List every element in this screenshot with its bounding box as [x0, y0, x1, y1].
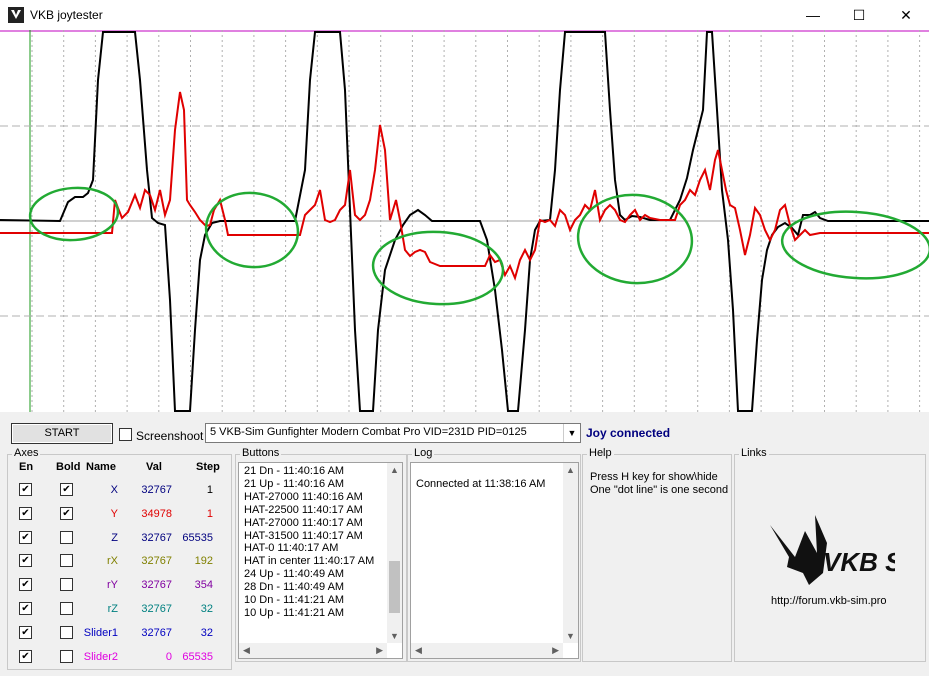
buttons-log-entry: HAT-22500 11:40:17 AM — [244, 503, 363, 516]
buttons-log-entry: HAT-27000 11:40:16 AM — [244, 490, 363, 503]
axis-value: 32767 — [141, 626, 172, 639]
axis-value: 32767 — [141, 579, 172, 592]
axis-step: 192 — [194, 555, 213, 568]
help-line-1: Press H key for show\hide — [590, 471, 718, 483]
log-caption: Log — [412, 447, 435, 459]
axis-step: 65535 — [182, 650, 213, 663]
log-list[interactable]: Connected at 11:38:16 AM ▲ ▼ ◀ ▶ — [410, 462, 579, 659]
axis-bold-checkbox[interactable] — [60, 602, 73, 615]
axis-name: X — [110, 484, 118, 496]
vkb-sim-logo: VKB SIM — [770, 515, 895, 585]
axis-bold-checkbox[interactable]: ✔ — [60, 483, 73, 496]
scroll-left-icon[interactable]: ◀ — [243, 645, 250, 656]
scroll-left-icon[interactable]: ◀ — [415, 645, 422, 656]
axis-value: 32767 — [141, 555, 172, 568]
buttons-caption: Buttons — [240, 447, 282, 459]
log-scrollbar[interactable]: ▲ ▼ — [563, 463, 578, 643]
axes-header-step: Step — [196, 461, 220, 473]
axis-bold-checkbox[interactable]: ✔ — [60, 506, 73, 520]
buttons-log-entry: 21 Dn - 11:40:16 AM — [244, 465, 345, 477]
axes-header-bold: Bold — [56, 461, 81, 473]
buttons-log-entry: HAT-27000 11:40:17 AM — [244, 516, 363, 529]
axes-header-val: Val — [146, 461, 162, 473]
axis-enable-checkbox[interactable]: ✔ — [19, 554, 32, 568]
help-line-2: One "dot line" is one second — [590, 484, 729, 496]
log-hscrollbar[interactable]: ◀ ▶ — [411, 643, 563, 658]
axis-bold-checkbox[interactable] — [60, 625, 73, 639]
axes-header-en: En — [19, 461, 34, 473]
axis-bold-checkbox[interactable] — [60, 649, 73, 663]
axis-step: 32 — [200, 626, 213, 639]
axis-enable-checkbox[interactable]: ✔ — [19, 625, 32, 639]
axis-value: 32767 — [141, 531, 172, 544]
trace-y-axis — [0, 91, 929, 282]
help-caption: Help — [587, 447, 614, 459]
axis-enable-checkbox[interactable]: ✔ — [19, 578, 32, 592]
axis-name: Z — [111, 531, 118, 544]
axis-plot — [0, 30, 929, 412]
buttons-log-entry: 21 Up - 11:40:16 AM — [244, 477, 345, 490]
axis-name: Slider1 — [83, 626, 118, 639]
buttons-log-entry: 10 Up - 11:41:21 AM — [244, 606, 345, 619]
axis-bold-checkbox[interactable] — [60, 530, 73, 544]
device-select[interactable]: 5 VKB-Sim Gunfighter Modern Combat Pro V… — [205, 423, 581, 443]
axis-step: 65535 — [182, 531, 213, 544]
maximize-button[interactable]: ☐ — [836, 0, 882, 30]
scroll-down-icon[interactable]: ▼ — [390, 631, 399, 641]
buttons-log-entry: HAT-0 11:40:17 AM — [244, 542, 339, 555]
connection-status: Joy connected — [586, 426, 671, 440]
axis-step: 32 — [200, 603, 213, 615]
buttons-log-scrollbar[interactable]: ▲ ▼ — [387, 463, 402, 643]
scroll-right-icon[interactable]: ▶ — [552, 645, 559, 656]
close-button[interactable]: ✕ — [883, 0, 929, 30]
buttons-log-hscrollbar[interactable]: ◀ ▶ — [239, 643, 387, 658]
links-caption: Links — [739, 447, 769, 459]
buttons-log-entry: 28 Dn - 11:40:49 AM — [244, 581, 345, 594]
buttons-log-entry: 24 Up - 11:40:49 AM — [244, 568, 345, 581]
axis-value: 32767 — [141, 603, 172, 615]
device-select-value: 5 VKB-Sim Gunfighter Modern Combat Pro V… — [210, 426, 527, 438]
buttons-log-list[interactable]: 21 Dn - 11:40:16 AM 21 Up - 11:40:16 AM HA… — [238, 462, 403, 659]
forum-link[interactable]: http://forum.vkb-sim.pro — [771, 595, 887, 607]
axis-enable-checkbox[interactable]: ✔ — [19, 602, 32, 615]
axis-enable-checkbox[interactable]: ✔ — [19, 649, 32, 663]
window-title: VKB joytester — [30, 8, 103, 22]
scroll-right-icon[interactable]: ▶ — [376, 645, 383, 656]
axis-step: 1 — [206, 507, 213, 520]
axis-name: rX — [107, 555, 118, 568]
scroll-up-icon[interactable]: ▲ — [390, 465, 399, 475]
screenshot-label: Screenshoot — [136, 429, 204, 443]
axes-caption: Axes — [12, 447, 41, 459]
minimize-button[interactable]: — — [790, 0, 836, 30]
axis-step: 354 — [194, 579, 213, 592]
buttons-log-entry: HAT-31500 11:40:17 AM — [244, 529, 363, 542]
scroll-down-icon[interactable]: ▼ — [566, 631, 575, 641]
axis-bold-checkbox[interactable] — [60, 578, 73, 592]
axis-bold-checkbox[interactable] — [60, 554, 73, 568]
axis-step: 1 — [206, 484, 213, 496]
axis-name: rY — [107, 579, 118, 592]
buttons-log-entry: HAT in center 11:40:17 AM — [244, 555, 375, 568]
axis-value: 0 — [165, 650, 172, 663]
logo-text: VKB SIM — [823, 547, 895, 577]
buttons-log-entry: 10 Dn - 11:41:21 AM — [244, 594, 345, 606]
axis-enable-checkbox[interactable]: ✔ — [19, 530, 32, 544]
screenshot-checkbox[interactable] — [119, 428, 132, 441]
axis-plot-canvas — [0, 30, 929, 412]
axis-name: rZ — [107, 603, 118, 615]
axis-name: Y — [110, 507, 118, 520]
axis-name: Slider2 — [83, 650, 118, 663]
axes-header-name: Name — [86, 461, 116, 473]
title-bar: VKB joytester — ☐ ✕ — [0, 0, 929, 30]
buttons-log-scroll-thumb[interactable] — [389, 561, 400, 613]
scroll-up-icon[interactable]: ▲ — [566, 465, 575, 475]
axis-enable-checkbox[interactable]: ✔ — [19, 506, 32, 520]
axis-value: 34978 — [141, 507, 172, 520]
start-button[interactable]: START — [11, 423, 113, 444]
vkb-app-icon — [8, 7, 24, 23]
axis-enable-checkbox[interactable]: ✔ — [19, 483, 32, 496]
chevron-down-icon[interactable]: ▼ — [563, 424, 580, 442]
log-entry: Connected at 11:38:16 AM — [416, 478, 546, 490]
axis-value: 32767 — [141, 484, 172, 496]
